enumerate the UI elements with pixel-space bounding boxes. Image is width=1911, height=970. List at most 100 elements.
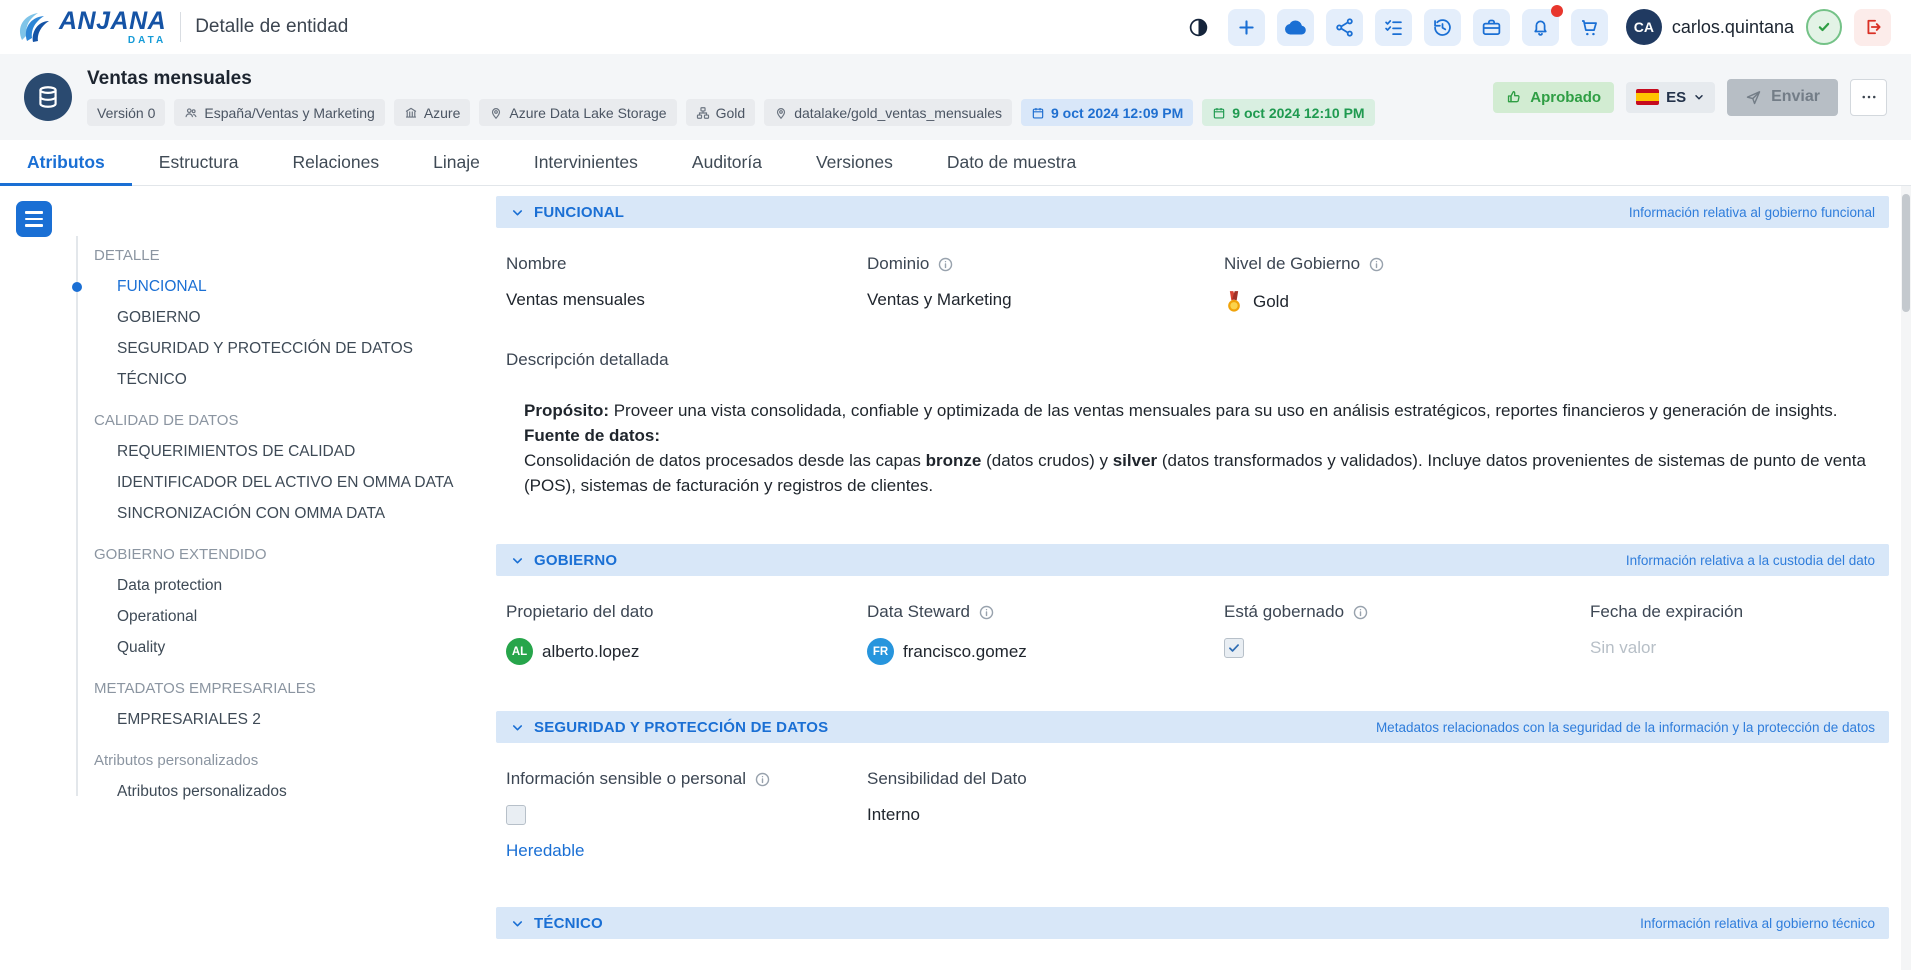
scrollbar-thumb[interactable] [1902,194,1910,312]
nav-group-header: GOBIERNO EXTENDIDO [94,539,482,570]
bell-icon [1530,17,1551,38]
chevron-down-icon [510,205,525,220]
add-button[interactable] [1228,9,1265,46]
nav-item-sincronizacion-omma[interactable]: SINCRONIZACIÓN CON OMMA DATA [117,498,482,529]
nav-item-gobierno[interactable]: GOBIERNO [117,302,482,333]
tab-linaje[interactable]: Linaje [406,140,507,185]
gold-medal-icon [1224,290,1244,314]
app-window: ANJANA DATA Detalle de entidad [0,0,1911,970]
scrollbar[interactable] [1901,186,1911,970]
tab-estructura[interactable]: Estructura [132,140,266,185]
sensibilidad-value: Interno [867,805,1214,825]
info-icon[interactable] [1368,256,1385,273]
info-icon[interactable] [978,604,995,621]
section-gobierno-header[interactable]: GOBIERNO Información relativa a la custo… [496,544,1889,576]
dataset-icon [24,73,72,121]
logout-button[interactable] [1854,9,1891,46]
nav-group-atributos-personalizados: Atributos personalizados Atributos perso… [0,745,482,807]
cart-button[interactable] [1571,9,1608,46]
nav-item-tecnico[interactable]: TÉCNICO [117,364,482,395]
section-title: GOBIERNO [534,552,617,569]
attributes-panel: FUNCIONAL Información relativa al gobier… [482,186,1911,970]
tab-versiones[interactable]: Versiones [789,140,920,185]
field-nombre-value: Ventas mensuales [506,290,857,310]
section-tecnico-header[interactable]: TÉCNICO Información relativa al gobierno… [496,907,1889,939]
field-propietario: Propietario del dato AL alberto.lopez [506,602,857,665]
share-button[interactable] [1326,9,1363,46]
briefcase-button[interactable] [1473,9,1510,46]
info-icon[interactable] [937,256,954,273]
tab-auditoria[interactable]: Auditoría [665,140,789,185]
field-dominio-value: Ventas y Marketing [867,290,1214,310]
share-nodes-icon [1334,17,1355,38]
field-nombre: Nombre Ventas mensuales [506,254,857,314]
nav-item-empresariales-2[interactable]: EMPRESARIALES 2 [117,704,482,735]
task-list-icon [1383,17,1404,38]
section-hint: Información relativa al gobierno técnico [1640,916,1875,931]
logo-main: ANJANA [59,9,166,34]
sitemap-icon [696,106,710,120]
nav-item-funcional[interactable]: FUNCIONAL [117,271,482,302]
field-informacion-sensible: Información sensible o personal Heredabl… [506,769,857,861]
contrast-toggle-button[interactable] [1182,10,1216,44]
gobernado-checkbox[interactable] [1224,638,1244,658]
nav-item-quality[interactable]: Quality [117,632,482,663]
tier-chip: Gold [686,99,756,126]
field-data-steward: Data Steward FR francisco.gomez [867,602,1214,665]
entity-actions: Aprobado ES Enviar [1493,79,1887,116]
building-icon [404,106,418,120]
page-title: Detalle de entidad [195,16,348,38]
version-chip: Versión 0 [87,99,165,126]
briefcase-icon [1481,17,1502,38]
propietario-value: alberto.lopez [542,642,639,662]
send-button[interactable]: Enviar [1727,79,1838,116]
chevron-down-icon [510,720,525,735]
language-code: ES [1666,89,1686,106]
updated-date-chip: 9 oct 2024 12:10 PM [1202,99,1374,126]
tab-intervinientes[interactable]: Intervinientes [507,140,665,185]
entity-info: Ventas mensuales Versión 0 España/Ventas… [87,68,1375,126]
nav-item-identificador-omma[interactable]: IDENTIFICADOR DEL ACTIVO EN OMMA DATA [117,467,482,498]
calendar-icon [1031,106,1045,120]
section-title: FUNCIONAL [534,204,624,221]
nav-group-header: DETALLE [94,240,482,271]
section-funcional-header[interactable]: FUNCIONAL Información relativa al gobier… [496,196,1889,228]
nav-item-requerimientos[interactable]: REQUERIMIENTOS DE CALIDAD [117,436,482,467]
logo-text: ANJANA DATA [59,9,166,46]
user-avatar: FR [867,638,894,665]
section-funcional-body: Nombre Ventas mensuales Dominio Ventas y… [496,228,1889,536]
section-hint: Información relativa a la custodia del d… [1626,553,1875,568]
nav-item-data-protection[interactable]: Data protection [117,570,482,601]
steward-value: francisco.gomez [903,642,1027,662]
cloud-button[interactable] [1277,9,1314,46]
nav-item-seguridad[interactable]: SEGURIDAD Y PROTECCIÓN DE DATOS [117,333,482,364]
divider [180,12,181,42]
sensible-checkbox[interactable] [506,805,526,825]
status-badge: Aprobado [1493,82,1614,113]
anjana-logo[interactable]: ANJANA DATA [14,7,166,47]
avatar: CA [1626,9,1662,45]
heredable-link[interactable]: Heredable [506,841,857,861]
created-date-chip: 9 oct 2024 12:09 PM [1021,99,1193,126]
chevron-down-icon [510,916,525,931]
nav-item-atributos-personalizados[interactable]: Atributos personalizados [117,776,482,807]
notifications-button[interactable] [1522,9,1559,46]
tab-dato-de-muestra[interactable]: Dato de muestra [920,140,1103,185]
tab-atributos[interactable]: Atributos [0,140,132,185]
tasks-button[interactable] [1375,9,1412,46]
history-icon [1432,17,1453,38]
info-icon[interactable] [754,771,771,788]
nav-item-operational[interactable]: Operational [117,601,482,632]
language-selector[interactable]: ES [1626,82,1715,113]
more-options-button[interactable] [1850,79,1887,116]
tab-relaciones[interactable]: Relaciones [266,140,407,185]
info-icon[interactable] [1352,604,1369,621]
pin-icon [774,106,788,120]
section-seguridad-header[interactable]: SEGURIDAD Y PROTECCIÓN DE DATOS Metadato… [496,711,1889,743]
history-button[interactable] [1424,9,1461,46]
entity-chips: Versión 0 España/Ventas y Marketing Azur… [87,99,1375,126]
user-menu[interactable]: CA carlos.quintana [1626,9,1794,45]
plus-icon [1236,17,1257,38]
entity-header: Ventas mensuales Versión 0 España/Ventas… [0,54,1911,140]
calendar-icon [1212,106,1226,120]
